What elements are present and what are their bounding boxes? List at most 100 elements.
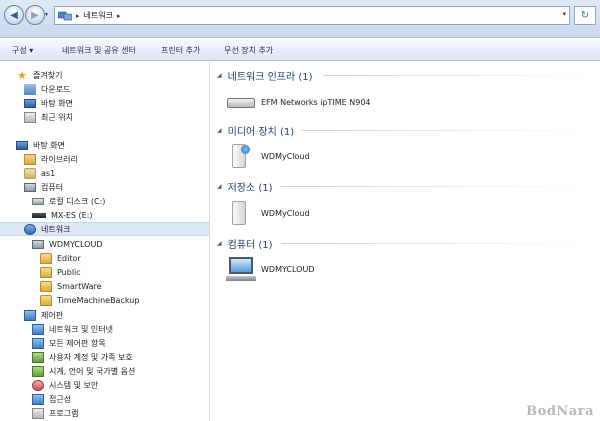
nav-cp-accessibility[interactable]: 접근성: [32, 392, 71, 406]
nav-cp-programs[interactable]: 프로그램: [32, 406, 78, 420]
desktop-icon: [16, 140, 28, 150]
breadcrumb-separator-icon[interactable]: ▸: [117, 12, 121, 20]
nav-item-label: 시스템 및 보안: [49, 380, 99, 390]
nav-item-desktop-fav[interactable]: 바탕 화면: [24, 96, 73, 110]
group-divider: [281, 186, 591, 187]
nav-drive-c[interactable]: 로컬 디스크 (C:): [32, 194, 105, 208]
nav-item-label: 접근성: [49, 394, 72, 404]
group-header-label: 네트워크 인프라 (1): [227, 71, 313, 83]
shared-folder-icon: [40, 252, 52, 264]
nav-item-label: 로컬 디스크 (C:): [49, 196, 106, 206]
clock-language-icon: [32, 365, 44, 377]
add-wireless-device-button[interactable]: 무선 장치 추가: [224, 45, 273, 56]
shared-folder-icon: [40, 280, 52, 292]
nav-item-label: 모든 제어판 항목: [49, 338, 106, 348]
back-arrow-icon: ◀: [10, 9, 18, 21]
nav-item-label: WDMYCLOUD: [49, 239, 103, 249]
network-sharing-center-button[interactable]: 네트워크 및 공유 센터: [62, 45, 136, 56]
nav-favorites[interactable]: ★ 즐겨찾기: [16, 68, 62, 82]
nav-desktop[interactable]: 바탕 화면: [16, 138, 65, 152]
nav-share-smartware[interactable]: SmartWare: [40, 279, 102, 293]
device-label: WDMyCloud: [261, 151, 310, 161]
nav-item-recent[interactable]: 최근 위치: [24, 110, 73, 124]
command-toolbar: 구성 ▾ 네트워크 및 공유 센터 프린터 추가 무선 장치 추가: [0, 39, 600, 61]
forward-arrow-icon: ▶: [31, 9, 39, 21]
device-storage-wdmycloud[interactable]: WDMyCloud: [227, 199, 310, 227]
library-icon: [24, 153, 36, 165]
nav-network[interactable]: 네트워크: [0, 222, 209, 236]
nav-item-label: 컴퓨터: [41, 182, 64, 192]
computer-icon: [24, 182, 36, 192]
user-folder-icon: [24, 167, 36, 179]
local-disk-icon: [32, 197, 44, 205]
collapse-caret-icon[interactable]: ◢: [217, 240, 222, 247]
nav-item-label: 사용자 계정 및 가족 보호: [49, 352, 133, 362]
collapse-caret-icon[interactable]: ◢: [217, 183, 222, 190]
network-folder-icon: [57, 11, 73, 21]
device-label: WDMYCLOUD: [261, 264, 315, 274]
nav-cp-user-accounts[interactable]: 사용자 계정 및 가족 보호: [32, 350, 133, 364]
collapse-caret-icon[interactable]: ◢: [217, 72, 222, 79]
refresh-button[interactable]: ↻: [574, 6, 596, 25]
nav-drive-e[interactable]: MX-ES (E:): [32, 208, 93, 222]
address-input[interactable]: ▸ 네트워크 ▸ ▾: [54, 6, 570, 25]
nav-cp-clock-language[interactable]: 시계, 언어 및 국가별 옵션: [32, 364, 135, 378]
removable-drive-icon: [32, 212, 46, 218]
nav-share-public[interactable]: Public: [40, 265, 81, 279]
system-security-icon: [32, 379, 44, 391]
device-label: EFM Networks ipTIME N904: [261, 97, 371, 107]
nav-cp-all-items[interactable]: 모든 제어판 항목: [32, 336, 106, 350]
nav-item-label: 네트워크 및 인터넷: [49, 324, 113, 334]
group-header-media-devices[interactable]: ◢ 미디어 장치 (1): [217, 123, 294, 138]
control-panel-icon: [24, 309, 36, 321]
refresh-icon: ↻: [580, 10, 590, 21]
group-header-storage[interactable]: ◢ 저장소 (1): [217, 179, 273, 194]
nav-network-device[interactable]: WDMYCLOUD: [32, 237, 103, 251]
device-computer-wdmycloud[interactable]: WDMYCLOUD: [226, 255, 315, 283]
back-button[interactable]: ◀: [4, 5, 24, 25]
add-printer-button[interactable]: 프린터 추가: [161, 45, 200, 56]
content-pane[interactable]: ◢ 네트워크 인프라 (1) EFM Networks ipTIME N904 …: [211, 62, 600, 421]
nav-cp-network[interactable]: 네트워크 및 인터넷: [32, 322, 113, 336]
nav-library[interactable]: 라이브러리: [24, 152, 78, 166]
history-dropdown-icon[interactable]: ▾: [45, 11, 48, 18]
shared-folder-icon: [40, 294, 52, 306]
nav-item-label: 프로그램: [49, 408, 79, 418]
nav-item-label: TimeMachineBackup: [57, 295, 140, 305]
group-header-computer[interactable]: ◢ 컴퓨터 (1): [217, 236, 273, 251]
accessibility-icon: [32, 393, 44, 405]
nav-computer[interactable]: 컴퓨터: [24, 180, 63, 194]
group-divider: [301, 130, 591, 131]
nav-cp-system-security[interactable]: 시스템 및 보안: [32, 378, 98, 392]
device-media-wdmycloud[interactable]: WDMyCloud: [227, 142, 310, 170]
nav-item-label: as1: [41, 168, 56, 178]
breadcrumb-network[interactable]: 네트워크: [84, 10, 113, 21]
recent-places-icon: [24, 111, 36, 123]
shared-folder-icon: [40, 266, 52, 278]
group-header-network-infrastructure[interactable]: ◢ 네트워크 인프라 (1): [217, 68, 313, 83]
network-internet-icon: [32, 323, 44, 335]
navigation-pane[interactable]: ★ 즐겨찾기 다운로드 바탕 화면 최근 위치 바탕 화면 라이브러리 as1 …: [0, 62, 210, 421]
watermark-logo: BodNara: [526, 404, 594, 419]
computer-icon: [226, 257, 256, 281]
nav-share-editor[interactable]: Editor: [40, 251, 81, 265]
nav-item-label: 네트워크: [41, 224, 71, 234]
network-computer-icon: [32, 239, 44, 249]
download-folder-icon: [24, 83, 36, 95]
nav-item-label: 제어판: [41, 310, 64, 320]
user-accounts-icon: [32, 351, 44, 363]
nav-user[interactable]: as1: [24, 166, 55, 180]
collapse-caret-icon[interactable]: ◢: [217, 127, 222, 134]
forward-button[interactable]: ▶: [25, 5, 45, 25]
nav-item-label: 최근 위치: [41, 112, 73, 122]
address-dropdown-icon[interactable]: ▾: [562, 10, 566, 18]
nav-item-label: MX-ES (E:): [51, 210, 93, 220]
nav-share-timemachine[interactable]: TimeMachineBackup: [40, 293, 139, 307]
network-icon: [24, 223, 36, 235]
organize-button[interactable]: 구성 ▾: [12, 45, 33, 56]
nav-item-label: 다운로드: [41, 84, 71, 94]
nav-control-panel[interactable]: 제어판: [24, 308, 63, 322]
nav-item-label: SmartWare: [57, 281, 102, 291]
device-router[interactable]: EFM Networks ipTIME N904: [227, 88, 371, 116]
nav-item-downloads[interactable]: 다운로드: [24, 82, 70, 96]
